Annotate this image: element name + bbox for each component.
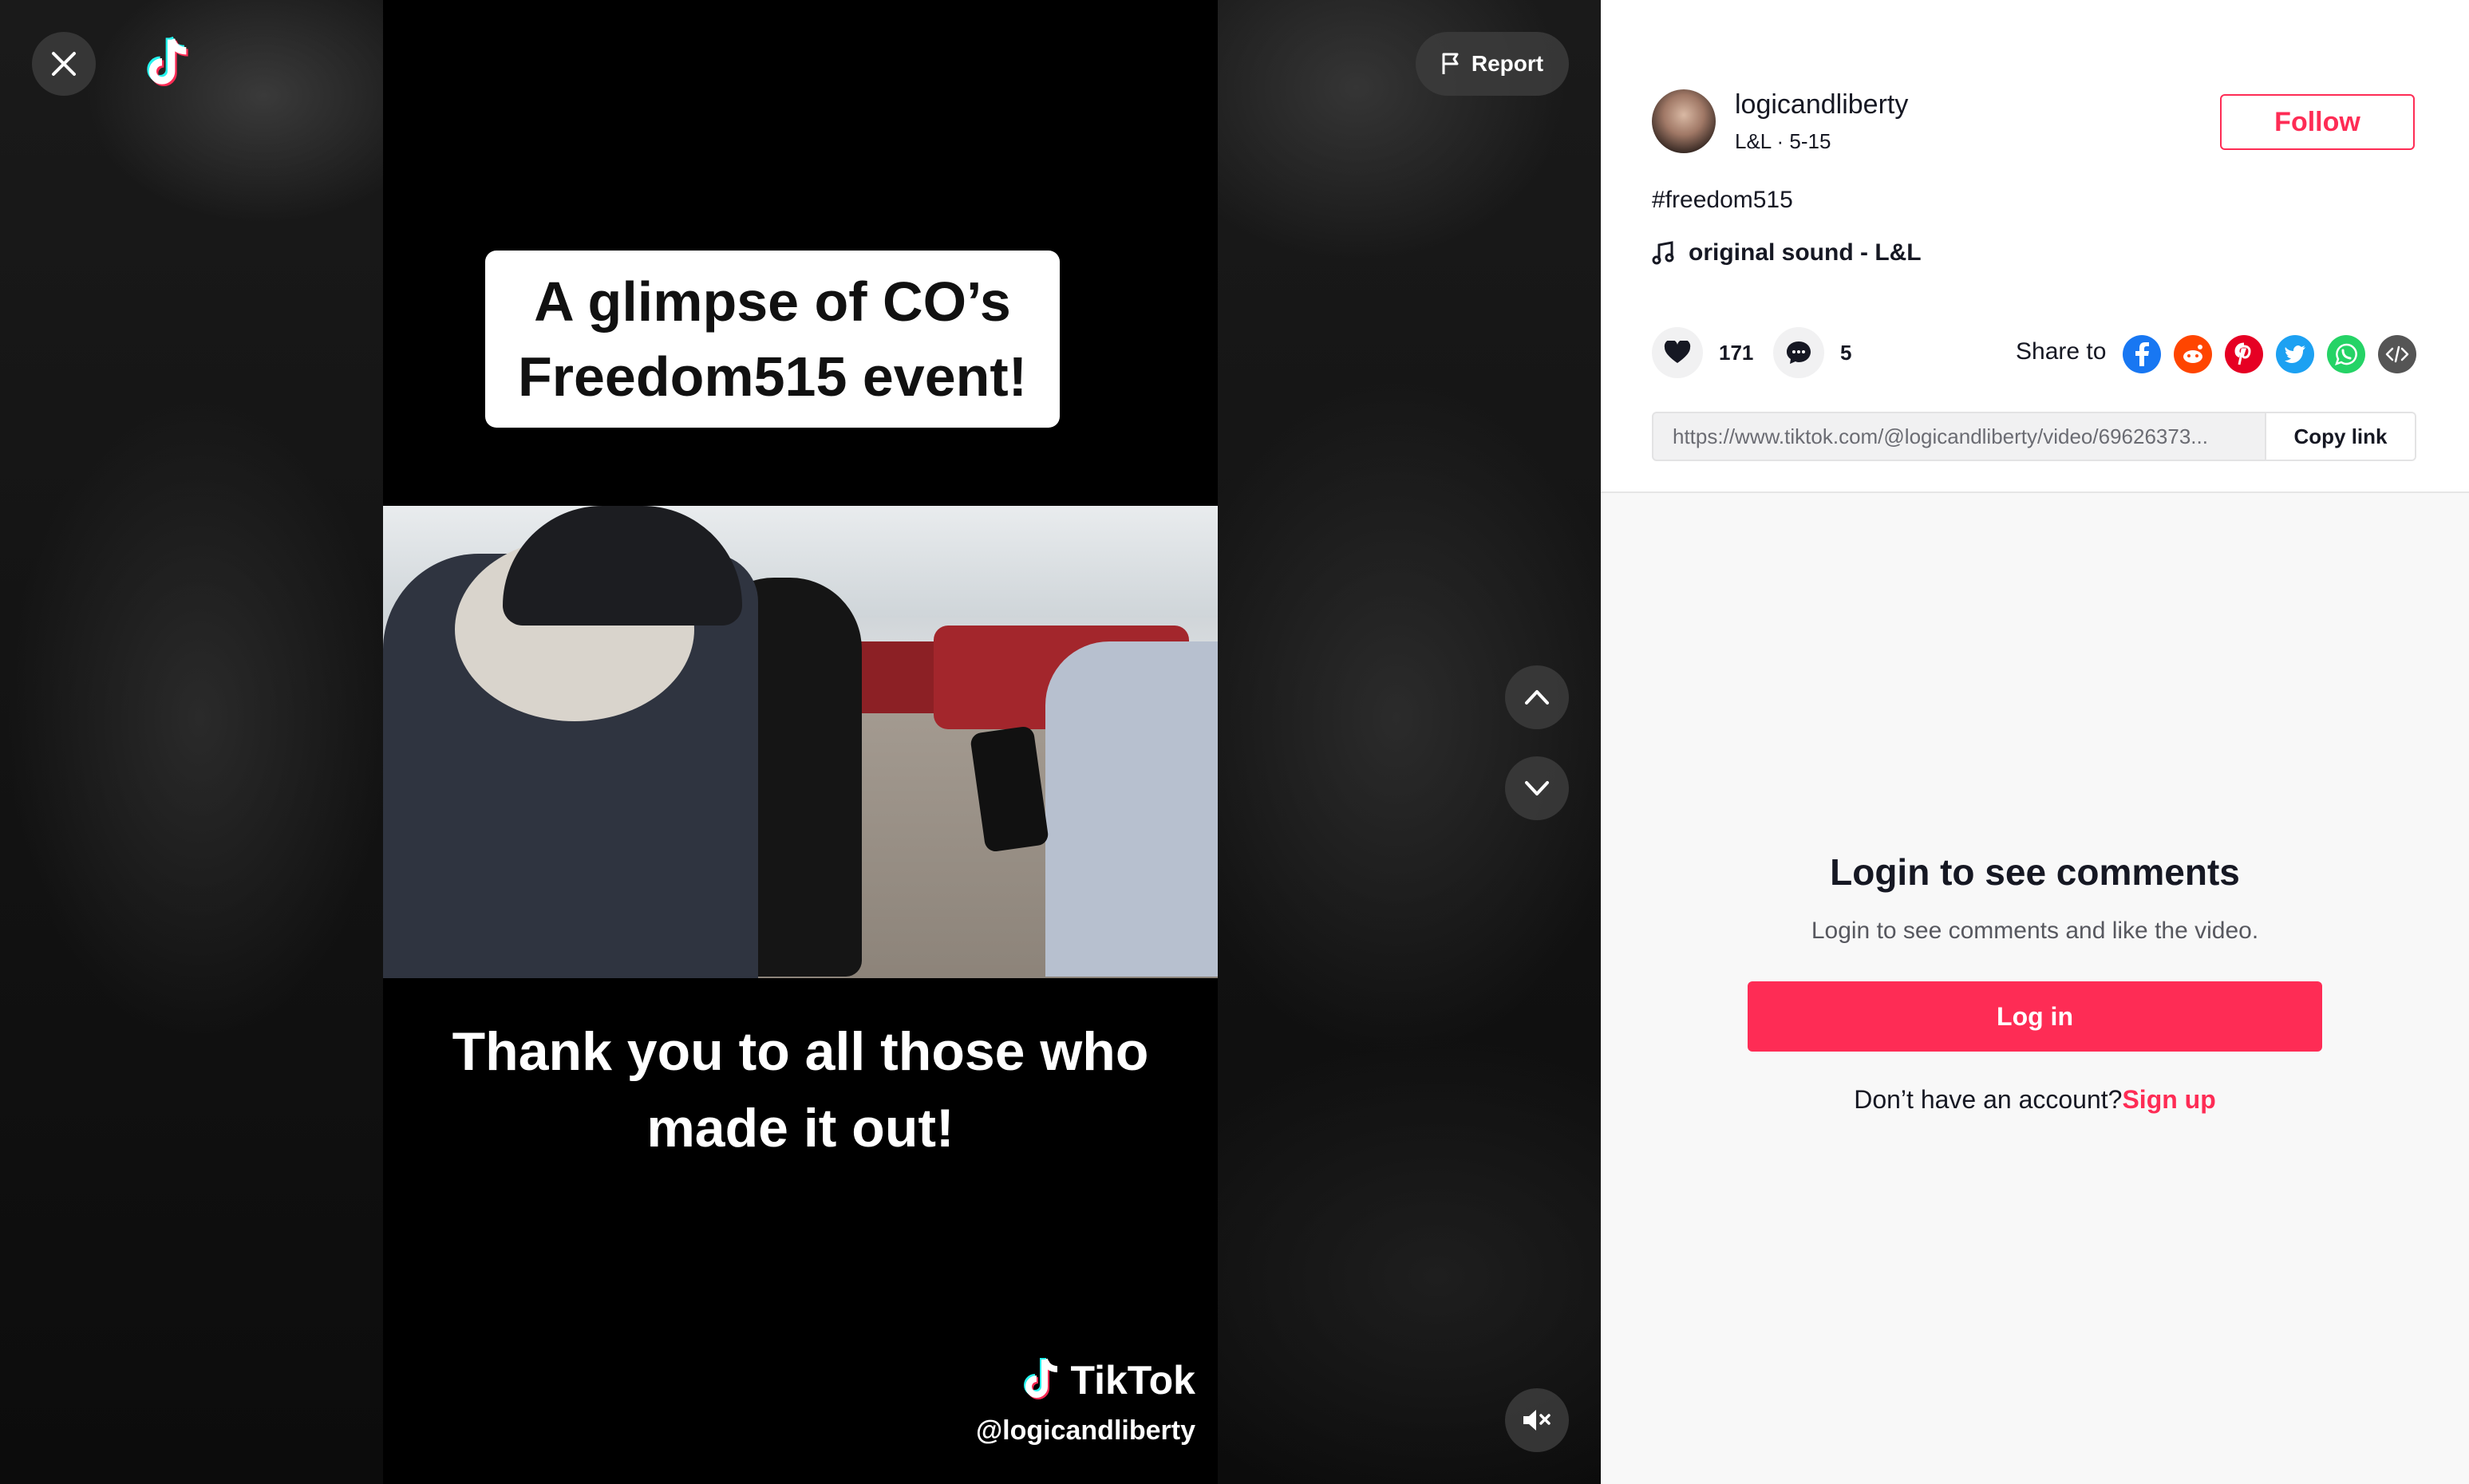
login-button[interactable]: Log in	[1748, 981, 2322, 1052]
chevron-down-icon	[1525, 781, 1549, 795]
heart-icon	[1664, 341, 1691, 363]
like-button[interactable]	[1652, 327, 1703, 378]
comment-count: 5	[1840, 340, 1852, 365]
mute-button[interactable]	[1505, 1388, 1569, 1452]
tiktok-note-icon	[1024, 1358, 1058, 1399]
video-frame	[383, 506, 1218, 978]
video-caption-bottom: Thank you to all those who made it out!	[452, 1021, 1149, 1158]
like-count: 171	[1719, 340, 1754, 365]
sound-label: original sound - L&L	[1689, 239, 1922, 266]
pinterest-share-button[interactable]	[2225, 335, 2263, 373]
embed-icon	[2385, 345, 2409, 363]
reddit-icon	[2183, 345, 2202, 363]
next-video-button[interactable]	[1505, 756, 1569, 820]
watermark-brand: TikTok	[1070, 1358, 1195, 1403]
user-meta: L&L · 5-15	[1735, 129, 1831, 153]
sound-link[interactable]: original sound - L&L	[1652, 239, 1922, 266]
speaker-muted-icon	[1523, 1410, 1551, 1431]
comment-button[interactable]	[1773, 327, 1824, 378]
username[interactable]: logicandliberty	[1735, 89, 1908, 120]
details-panel: logicandliberty L&L · 5-15 Follow #freed…	[1601, 0, 2469, 1484]
signup-link[interactable]: Sign up	[2122, 1085, 2215, 1114]
hashtag-link[interactable]: #freedom515	[1652, 187, 1793, 214]
share-link-row: https://www.tiktok.com/@logicandliberty/…	[1652, 412, 2416, 461]
watermark-username: @logicandliberty	[976, 1415, 1195, 1446]
tiktok-logo-icon	[147, 36, 188, 86]
like-action[interactable]: 171	[1652, 327, 1753, 378]
avatar[interactable]	[1652, 89, 1716, 153]
flag-icon	[1442, 53, 1459, 74]
comment-icon	[1787, 341, 1811, 364]
login-title: Login to see comments	[1830, 851, 2240, 893]
whatsapp-icon	[2335, 343, 2357, 365]
chevron-up-icon	[1525, 690, 1549, 705]
share-label: Share to	[2016, 338, 2107, 365]
reddit-share-button[interactable]	[2174, 335, 2212, 373]
comment-action[interactable]: 5	[1773, 327, 1851, 378]
music-note-icon	[1652, 241, 1674, 265]
copy-link-button[interactable]: Copy link	[2265, 413, 2415, 460]
login-subtitle: Login to see comments and like the video…	[1811, 918, 2259, 944]
no-account-text: Don’t have an account?	[1854, 1085, 2123, 1114]
twitter-icon	[2285, 345, 2305, 363]
twitter-share-button[interactable]	[2276, 335, 2314, 373]
follow-button[interactable]: Follow	[2220, 94, 2415, 150]
close-icon	[52, 52, 76, 76]
tiktok-watermark: TikTok @logicandliberty	[976, 1356, 1195, 1447]
whatsapp-share-button[interactable]	[2327, 335, 2365, 373]
post-info: logicandliberty L&L · 5-15 Follow #freed…	[1601, 0, 2469, 493]
report-button[interactable]: Report	[1416, 32, 1569, 96]
video-stage: A glimpse of CO’s Freedom515 event! Than…	[0, 0, 1601, 1484]
pinterest-icon	[2234, 342, 2251, 365]
video-caption-top: A glimpse of CO’s Freedom515 event!	[485, 251, 1060, 428]
close-button[interactable]	[32, 32, 96, 96]
share-link-text[interactable]: https://www.tiktok.com/@logicandliberty/…	[1673, 424, 2263, 449]
tiktok-logo[interactable]	[136, 32, 199, 96]
signup-prompt: Don’t have an account?Sign up	[1601, 1085, 2469, 1115]
embed-share-button[interactable]	[2378, 335, 2416, 373]
video-player[interactable]: A glimpse of CO’s Freedom515 event! Than…	[383, 0, 1218, 1484]
facebook-icon	[2135, 342, 2149, 366]
previous-video-button[interactable]	[1505, 665, 1569, 729]
report-label: Report	[1471, 51, 1544, 76]
facebook-share-button[interactable]	[2123, 335, 2161, 373]
